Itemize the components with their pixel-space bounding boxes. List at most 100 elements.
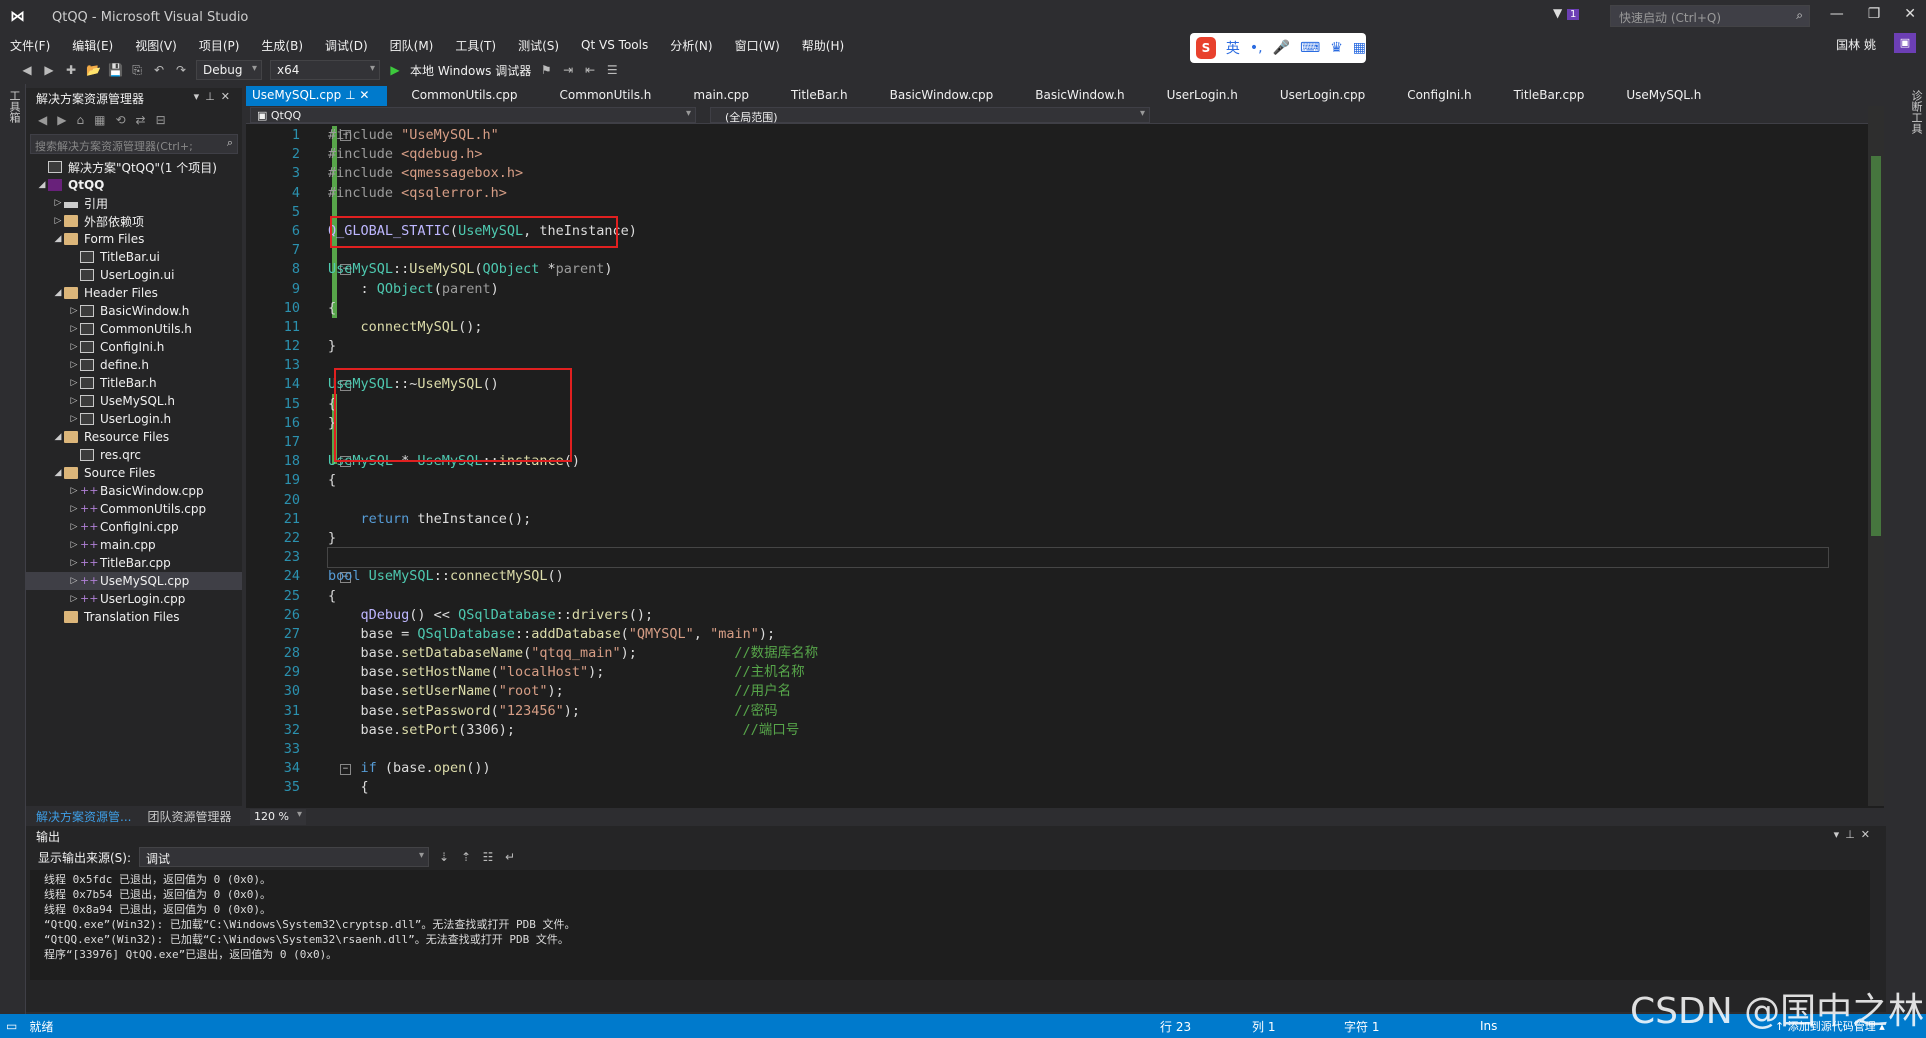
ime-mode[interactable]: 英	[1226, 38, 1240, 58]
code-line[interactable]	[327, 547, 1829, 569]
expand-arrow-icon[interactable]: ▷	[68, 360, 80, 370]
tab-pin-close-icon[interactable]: ⊥ ✕	[341, 88, 369, 102]
tree-item[interactable]: TitleBar.ui	[26, 248, 242, 266]
feedback-filter-icon[interactable]: ▼	[1553, 6, 1562, 20]
expand-arrow-icon[interactable]: ▷	[52, 216, 64, 226]
forward-icon[interactable]: ▶	[42, 63, 56, 77]
code-line[interactable]: {	[328, 587, 1828, 606]
document-tab[interactable]: BasicWindow.cpp	[884, 86, 1012, 106]
tree-item[interactable]: ▷ BasicWindow.h	[26, 302, 242, 320]
expand-arrow-icon[interactable]: ▷	[68, 396, 80, 406]
tree-item[interactable]: ▷ ConfigIni.h	[26, 338, 242, 356]
open-icon[interactable]: 📂	[86, 63, 101, 77]
restore-button[interactable]: ❐	[1868, 6, 1881, 22]
document-tab[interactable]: main.cpp	[687, 86, 767, 106]
tree-item[interactable]: ▷ 引用	[26, 194, 242, 212]
code-line[interactable]: #include <qmessagebox.h>	[328, 164, 1828, 183]
document-tab[interactable]: UseMySQL.cpp ⊥ ✕	[246, 86, 388, 106]
expand-arrow-icon[interactable]: ▷	[68, 342, 80, 352]
tree-item[interactable]: ▷ 外部依赖项	[26, 212, 242, 230]
tree-item[interactable]: ▷ TitleBar.h	[26, 374, 242, 392]
save-icon[interactable]: 💾	[108, 63, 123, 77]
panel-tab[interactable]: 团队资源管理器	[147, 808, 231, 825]
document-tab[interactable]: ConfigIni.h	[1401, 86, 1489, 106]
code-line[interactable]: qDebug() << QSqlDatabase::drivers();	[328, 606, 1828, 625]
save-all-icon[interactable]: ⎘	[130, 63, 144, 78]
expand-arrow-icon[interactable]: ▷	[68, 594, 80, 604]
document-tab[interactable]: CommonUtils.cpp	[405, 86, 535, 106]
keyboard-icon[interactable]: ⌨	[1300, 40, 1320, 56]
expand-arrow-icon[interactable]: ▷	[68, 558, 80, 568]
code-line[interactable]: base.setHostName("localHost"); //主机名称	[328, 663, 1828, 682]
toolbox-strip[interactable]: 工具箱	[0, 84, 26, 1014]
code-line[interactable]: : QObject(parent)	[328, 280, 1828, 299]
menu-item[interactable]: 团队(M)	[390, 37, 434, 54]
pending-changes-icon[interactable]: ⟲	[115, 113, 125, 127]
run-debugger-button[interactable]: 本地 Windows 调试器	[410, 62, 531, 79]
tree-item[interactable]: ▷ UserLogin.h	[26, 410, 242, 428]
document-tab[interactable]: UserLogin.cpp	[1274, 86, 1383, 106]
punctuation-icon[interactable]: •,	[1250, 40, 1263, 56]
switch-views-icon[interactable]: ▦	[94, 113, 105, 127]
tree-item[interactable]: ◢ QtQQ	[26, 176, 242, 194]
expand-arrow-icon[interactable]: ◢	[52, 468, 64, 478]
code-line[interactable]: base.setPort(3306); //端口号	[328, 721, 1828, 740]
back-icon[interactable]: ◀	[38, 113, 47, 127]
menu-item[interactable]: 调试(D)	[325, 37, 368, 54]
toolbox-label[interactable]: 工具箱	[6, 90, 22, 123]
editor-vertical-scrollbar[interactable]	[1868, 106, 1884, 806]
diagnostics-label[interactable]: 诊断工具	[1908, 90, 1924, 134]
expand-arrow-icon[interactable]: ◢	[52, 234, 64, 244]
expand-arrow-icon[interactable]: ▷	[68, 324, 80, 334]
user-avatar[interactable]: ▣	[1894, 33, 1916, 53]
panel-tab[interactable]: 解决方案资源管...	[36, 808, 131, 825]
indent-icon[interactable]: ⇥	[561, 63, 575, 77]
output-text[interactable]: 线程 0x5fdc 已退出，返回值为 0 (0x0)。 线程 0x7b54 已退出…	[30, 870, 1870, 980]
tree-item[interactable]: 解决方案"QtQQ"(1 个项目)	[26, 158, 242, 176]
code-line[interactable]: base.setPassword("123456"); //密码	[328, 702, 1828, 721]
menu-item[interactable]: 测试(S)	[518, 37, 559, 54]
tree-item[interactable]: ▷ ++ BasicWindow.cpp	[26, 482, 242, 500]
tree-item[interactable]: ▷ ++ main.cpp	[26, 536, 242, 554]
menu-item[interactable]: 工具(T)	[455, 37, 496, 54]
back-icon[interactable]: ◀	[20, 63, 34, 77]
expand-arrow-icon[interactable]: ▷	[68, 486, 80, 496]
code-line[interactable]: {	[328, 778, 1828, 797]
undo-icon[interactable]: ↶	[152, 63, 166, 77]
document-tab[interactable]: TitleBar.cpp	[1508, 86, 1603, 106]
close-button[interactable]: ✕	[1904, 6, 1916, 22]
menu-item[interactable]: 帮助(H)	[802, 37, 844, 54]
code-line[interactable]: UseMySQL::UseMySQL(QObject *parent)	[328, 260, 1828, 279]
code-line[interactable]: if (base.open())	[328, 759, 1828, 778]
tree-item[interactable]: ▷ ++ UseMySQL.cpp	[26, 572, 242, 590]
document-tab[interactable]: BasicWindow.h	[1029, 86, 1142, 106]
code-line[interactable]: }	[328, 337, 1828, 356]
pin-icon[interactable]: ⊥	[205, 90, 221, 103]
clear-all-icon[interactable]: ☷	[481, 850, 495, 864]
code-line[interactable]: #include <qdebug.h>	[328, 145, 1828, 164]
menu-item[interactable]: 视图(V)	[135, 37, 177, 54]
menu-item[interactable]: Qt VS Tools	[581, 38, 648, 52]
code-line[interactable]: base.setDatabaseName("qtqq_main"); //数据库…	[328, 644, 1828, 663]
expand-arrow-icon[interactable]: ▷	[68, 504, 80, 514]
code-line[interactable]	[328, 491, 1828, 510]
code-line[interactable]: {	[328, 471, 1828, 490]
code-line[interactable]	[328, 740, 1828, 759]
forward-icon[interactable]: ▶	[57, 113, 66, 127]
menu-item[interactable]: 窗口(W)	[735, 37, 780, 54]
code-line[interactable]: #include "UseMySQL.h"	[328, 126, 1828, 145]
expand-arrow-icon[interactable]: ▷	[68, 378, 80, 388]
home-icon[interactable]: ⌂	[76, 113, 84, 127]
word-wrap-icon[interactable]: ↵	[503, 850, 517, 864]
user-name[interactable]: 国林 姚	[1836, 36, 1876, 53]
minimize-button[interactable]: —	[1830, 6, 1844, 22]
menu-item[interactable]: 编辑(E)	[72, 37, 113, 54]
find-message-icon[interactable]: ⇣	[437, 850, 451, 864]
tree-item[interactable]: ▷ ++ TitleBar.cpp	[26, 554, 242, 572]
code-line[interactable]: }	[328, 529, 1828, 548]
diagnostics-strip[interactable]: 诊断工具	[1902, 84, 1926, 1014]
output-source-select[interactable]: 调试	[139, 847, 430, 867]
expand-arrow-icon[interactable]: ◢	[52, 432, 64, 442]
comment-icon[interactable]: ☰	[605, 63, 619, 77]
tree-item[interactable]: ▷ ++ CommonUtils.cpp	[26, 500, 242, 518]
